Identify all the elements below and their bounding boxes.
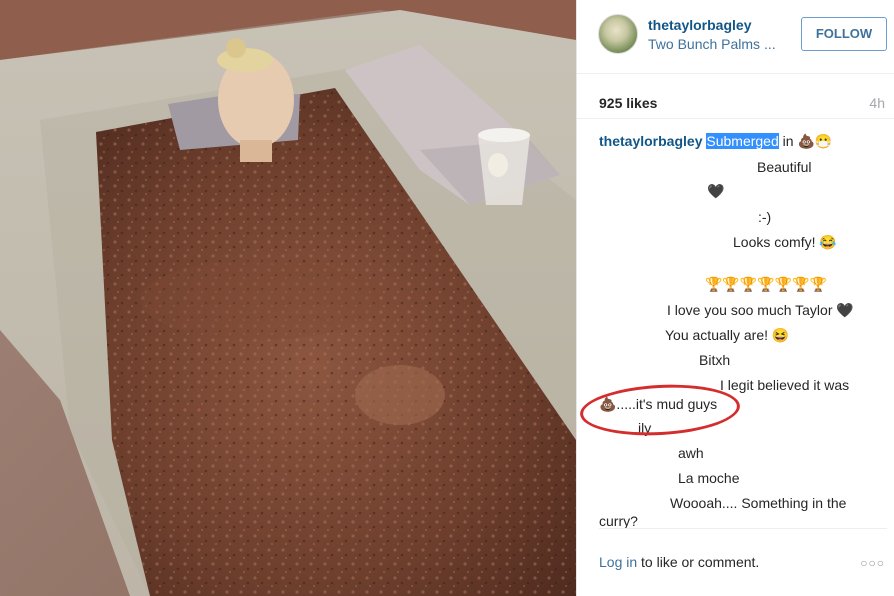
post-side-panel: thetaylorbagley Two Bunch Palms ... FOLL… xyxy=(576,0,894,596)
likes-count[interactable]: 925 likes xyxy=(599,95,657,111)
comment-1: Beautiful xyxy=(757,159,812,175)
comment-4: Looks comfy! 😂 xyxy=(733,234,837,250)
comment-9: I legit believed it was xyxy=(720,377,850,393)
caption-rest: in xyxy=(778,133,798,149)
avatar[interactable] xyxy=(598,14,638,54)
caption-highlight: Submerged xyxy=(706,133,779,149)
plastic-cup xyxy=(478,128,530,205)
comment-3: :-) xyxy=(758,209,772,225)
poo-mask-emoji-icon: 💩😷 xyxy=(797,133,833,149)
more-options-icon[interactable]: ○○○ xyxy=(860,556,885,570)
mud-bath-photo xyxy=(0,0,576,596)
login-prompt: Log in to like or comment. xyxy=(599,554,759,570)
comment-6: I love you soo much Taylor 🖤 xyxy=(667,302,854,318)
post-header: thetaylorbagley Two Bunch Palms ... FOLL… xyxy=(577,0,894,74)
location-link[interactable]: Two Bunch Palms ... xyxy=(648,36,776,52)
comment-8: Bitxh xyxy=(699,352,731,368)
comment-14: Woooah.... Something in the xyxy=(670,495,847,511)
comments-section: thetaylorbagley Submerged in 💩😷 Beautifu… xyxy=(577,118,894,529)
follow-button[interactable]: FOLLOW xyxy=(801,17,887,51)
caption-username[interactable]: thetaylorbagley xyxy=(599,133,702,149)
post-photo[interactable] xyxy=(0,0,576,596)
comment-7: You actually are! 😆 xyxy=(665,327,790,343)
comment-15: curry? xyxy=(599,513,638,529)
caption: thetaylorbagley Submerged in 💩😷 xyxy=(599,133,832,150)
comment-13: La moche xyxy=(678,470,740,486)
post-timestamp: 4h xyxy=(869,95,885,111)
login-link[interactable]: Log in xyxy=(599,554,637,570)
comment-12: awh xyxy=(678,445,704,461)
login-rest: to like or comment. xyxy=(637,554,760,570)
comment-5: 🏆🏆🏆🏆🏆🏆🏆 xyxy=(705,276,828,292)
comment-2: 🖤 xyxy=(707,183,725,199)
footer-divider xyxy=(599,528,887,529)
username-link[interactable]: thetaylorbagley xyxy=(648,17,751,33)
